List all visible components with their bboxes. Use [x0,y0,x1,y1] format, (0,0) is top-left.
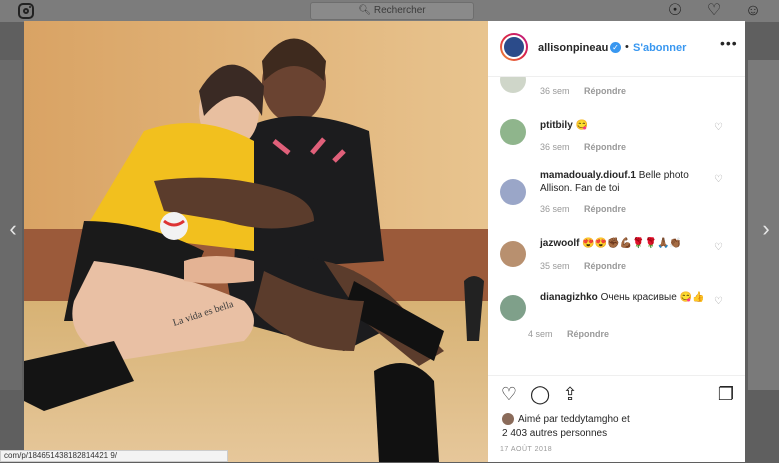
instagram-logo-icon[interactable] [18,3,34,19]
comment-time: 36 sem [540,204,570,214]
comment-time: 4 sem [528,329,553,339]
heart-icon[interactable]: ♡ [705,2,723,20]
post-date: 17 AOÛT 2018 [500,446,553,453]
comment-body: Очень красивые 😋👍 [600,292,705,303]
comment-body: 😋 [575,120,589,131]
comment-meta: 36 sem Répondre [540,204,626,214]
like-comment-heart-icon[interactable]: ♡ [714,243,724,253]
commenter-avatar[interactable] [500,179,526,205]
like-comment-heart-icon[interactable]: ♡ [714,123,724,133]
profile-icon[interactable]: ☺ [744,2,762,20]
reply-button[interactable]: Répondre [584,86,626,96]
separator-dot: • [625,41,629,53]
reply-button[interactable]: Répondre [584,261,626,271]
comment-text: jazwoolf 😍😍✊🏾💪🏾🌹🌹🙏🏾👏🏾 [540,237,710,250]
verified-badge-icon: ✓ [610,42,621,53]
commenter-avatar[interactable] [500,77,526,93]
post-details-panel: allisonpineau ✓ • S'abonner ••• 36 sem R… [488,21,745,462]
top-bar: 🔍︎ Rechercher ☉ ♡ ☺ [0,0,779,22]
liked-by-line2: 2 403 autres personnes [502,428,608,439]
like-comment-heart-icon[interactable]: ♡ [714,297,724,307]
comment-meta: 35 sem Répondre [540,261,626,271]
comment-body: 😍😍✊🏾💪🏾🌹🌹🙏🏾👏🏾 [582,238,682,249]
save-bookmark-icon[interactable]: ❐ [716,384,736,404]
comment-text: mamadoualy.diouf.1 Belle photo Allison. … [540,169,710,195]
comments-list[interactable]: 36 sem Répondre ptitbily 😋 ♡ 36 sem Répo… [488,77,745,375]
author-username[interactable]: allisonpineau [538,42,608,54]
comment-bubble-icon[interactable]: ◯ [530,384,550,404]
commenter-avatar[interactable] [500,295,526,321]
comment-meta: 36 sem Répondre [540,142,626,152]
commenter-avatar[interactable] [500,241,526,267]
author-avatar[interactable] [500,33,528,61]
like-heart-icon[interactable]: ♡ [499,384,519,404]
like-comment-heart-icon[interactable]: ♡ [714,175,724,185]
comment-time: 35 sem [540,261,570,271]
comment-meta: 4 sem Répondre [528,329,609,339]
commenter-username[interactable]: ptitbily [540,120,573,131]
search-icon: 🔍︎ [358,5,372,16]
comment-text: dianagizhko Очень красивые 😋👍 [540,291,710,304]
browser-status-url: com/p/184651438182814421 9/ [0,450,228,462]
photo-illustration: La vida es bella [24,21,488,462]
comment-time: 36 sem [540,86,570,96]
comment-text: ptitbily 😋 [540,119,710,132]
commenter-username[interactable]: jazwoolf [540,238,579,249]
comment-meta: 36 sem Répondre [540,86,626,96]
post-actions: ♡ ◯ ⇪ ❐ Aimé par teddytamgho et 2 403 au… [488,375,745,463]
search-input[interactable]: 🔍︎ Rechercher [310,2,474,20]
search-placeholder: Rechercher [373,5,426,16]
commenter-username[interactable]: dianagizhko [540,292,598,303]
next-arrow-icon[interactable]: › [757,218,775,240]
liked-by-text[interactable]: Aimé par teddytamgho et 2 403 autres per… [502,413,742,441]
commenter-username[interactable]: mamadoualy.diouf.1 [540,170,636,181]
reply-button[interactable]: Répondre [567,329,609,339]
previous-arrow-icon[interactable]: ‹ [4,218,22,240]
liked-by-line1: Aimé par teddytamgho et [518,414,630,425]
follow-button[interactable]: S'abonner [633,42,686,54]
comment-time: 36 sem [540,142,570,152]
compass-icon[interactable]: ☉ [666,2,684,20]
reply-button[interactable]: Répondre [584,204,626,214]
reply-button[interactable]: Répondre [584,142,626,152]
post-photo[interactable]: La vida es bella [24,21,488,462]
commenter-avatar[interactable] [500,119,526,145]
post-header: allisonpineau ✓ • S'abonner ••• [488,21,745,77]
share-icon[interactable]: ⇪ [560,384,580,404]
more-options-icon[interactable]: ••• [720,35,738,51]
liker-avatar [502,413,514,426]
